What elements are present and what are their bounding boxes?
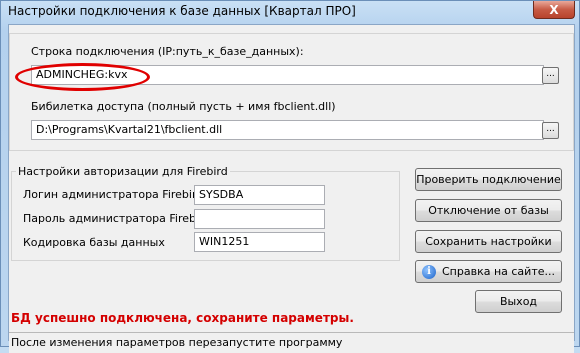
check-connection-label: Проверить подключение [416,173,561,186]
login-label: Логин администратора Firebird [23,188,204,201]
status-text: После изменения параметров перезапустите… [11,336,343,349]
exit-label: Выход [499,295,538,308]
settings-window: Настройки подключения к базе данных [Ква… [0,0,580,353]
exit-button[interactable]: Выход [475,290,562,313]
password-label: Пароль администратора Firebird [23,212,211,225]
connection-browse-button[interactable]: ... [542,67,559,84]
help-button[interactable]: i Справка на сайте... [415,260,562,283]
save-settings-label: Сохранить настройки [425,235,552,248]
close-button[interactable]: X [533,1,575,19]
title-bar[interactable]: Настройки подключения к базе данных [Ква… [1,1,579,23]
library-path-label: Бибилетка доступа (полный пусть + имя fb… [31,100,336,113]
encoding-input[interactable]: WIN1251 [194,232,325,252]
save-settings-button[interactable]: Сохранить настройки [415,230,562,253]
info-icon: i [422,264,436,279]
connection-string-label: Строка подключения (IP:путь_к_базе_данны… [31,45,304,58]
success-message: БД успешно подключена, сохраните парамет… [11,311,354,325]
dialog-body: Строка подключения (IP:путь_к_базе_данны… [8,24,575,353]
auth-group-legend: Настройки авторизации для Firebird [16,165,230,178]
login-input[interactable]: SYSDBA [194,185,325,205]
connection-string-input[interactable]: ADMINCHEG:kvx [31,65,544,85]
help-label: Справка на сайте... [442,265,555,278]
window-title: Настройки подключения к базе данных [Ква… [8,4,356,18]
encoding-label: Кодировка базы данных [23,236,165,249]
password-input[interactable] [194,209,325,229]
close-icon: X [549,2,559,17]
disconnect-button[interactable]: Отключение от базы [415,199,562,222]
check-connection-button[interactable]: Проверить подключение [415,168,562,191]
library-browse-button[interactable]: ... [542,122,559,139]
library-path-input[interactable]: D:\Programs\Kvartal21\fbclient.dll [31,120,544,140]
status-bar: После изменения параметров перезапустите… [9,332,574,353]
disconnect-label: Отключение от базы [428,204,549,217]
